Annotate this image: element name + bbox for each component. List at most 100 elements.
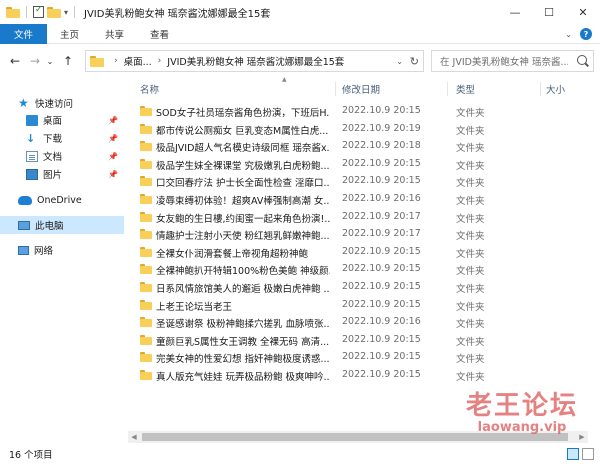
folder-icon [140,264,152,275]
list-item[interactable]: 极品学生妹全裸课堂 究极嫩乳白虎粉鲍... 2022.10.9 20:15 文件夹 [128,156,588,173]
column-divider[interactable] [447,82,448,96]
scroll-right-icon[interactable]: ▶ [576,431,588,443]
file-date: 2022.10.9 20:18 [342,140,421,152]
expand-ribbon-icon[interactable]: ⌄ [565,30,572,39]
column-divider[interactable] [540,82,541,96]
folder-icon [6,6,20,18]
column-header-name[interactable]: 名称 [140,80,159,98]
chevron-right-icon: › [114,56,118,66]
sidebar-item-onedrive[interactable]: OneDrive [0,191,124,209]
sidebar-item-pictures[interactable]: 图片 📌 [0,165,124,183]
file-name: 全裸神鲍扒开特辑100%粉色美鲍 神级颜... [156,266,330,278]
list-item[interactable]: 都市传说公厕痴女 巨乳变态M属性白虎... 2022.10.9 20:19 文件夹 [128,121,588,138]
horizontal-scrollbar[interactable]: ◀ ▶ [128,431,588,443]
pin-icon[interactable]: 📌 [108,152,118,161]
sidebar-item-label: 桌面 [43,116,63,127]
forward-button[interactable]: → [26,50,44,72]
file-name: 完美女神的性爱幻想 指奸神鲍极度诱惑... [156,354,330,366]
pin-icon[interactable]: 📌 [108,116,118,125]
close-button[interactable]: ✕ [566,0,600,24]
list-item[interactable]: 真人版充气娃娃 玩弄极品粉鲍 极爽呻吟... 2022.10.9 20:15 文件夹 [128,367,588,384]
list-item[interactable]: 凌辱束缚初体验！超爽AV棒强制高潮 女... 2022.10.9 20:16 文件夹 [128,191,588,208]
item-count: 16 个项目 [9,450,53,461]
minimize-button[interactable]: — [498,0,532,24]
list-item[interactable]: 圣诞感谢祭 极粉神鲍揉穴搓乳 血脉喷张... 2022.10.9 20:16 文件夹 [128,314,588,331]
folder-icon [140,370,152,380]
file-date: 2022.10.9 20:15 [342,281,421,292]
list-item[interactable]: 情趣护士注射小天使 粉红翘乳鲜嫩神鲍... 2022.10.9 20:17 文件夹 [128,226,588,243]
search-input[interactable]: 在 JVID美乳粉鲍女神 瑶奈酱... [431,50,594,72]
column-header-date[interactable]: 修改日期 [342,80,380,98]
folder-icon [140,158,152,169]
breadcrumb-current-folder[interactable]: JVID美乳粉鲍女神 瑶奈酱沈娜娜最全15套 [167,54,344,68]
file-name: 凌辱束缚初体验！超爽AV棒强制高潮 女... [156,196,330,207]
breadcrumb-desktop[interactable]: 桌面... [124,54,152,68]
file-date: 2022.10.9 20:15 [342,263,421,275]
sort-ascending-icon: ▲ [282,76,287,83]
folder-icon [140,334,152,345]
documents-icon [26,150,38,162]
tab-home[interactable]: 主页 [47,24,92,44]
title-bar: ▾ JVID美乳粉鲍女神 瑶奈酱沈娜娜最全15套 — ☐ ✕ [0,0,600,24]
file-date: 2022.10.9 20:19 [342,122,421,134]
refresh-icon[interactable]: ↻ [410,51,419,71]
sidebar-item-downloads[interactable]: ↓ 下载 📌 [0,129,124,147]
maximize-button[interactable]: ☐ [532,0,566,24]
scrollbar-thumb[interactable] [142,433,568,441]
watermark-text: 老王论坛 [465,391,578,421]
up-button[interactable]: ↑ [59,50,77,72]
list-item[interactable]: 女友鲍的生日樓,约闺蜜一起来角色扮演!... 2022.10.9 20:17 文件夹 [128,209,588,226]
quick-access-toolbar: ▾ [0,0,78,24]
file-name: 真人版充气娃娃 玩弄极品粉鲍 极爽呻吟... [156,372,330,383]
divider [74,6,76,18]
list-item[interactable]: 童颜巨乳S属性女王调教 全裸无码 高清... 2022.10.9 20:15 文件夹 [128,332,588,349]
pin-icon[interactable]: 📌 [108,170,118,179]
address-bar[interactable]: › 桌面... › JVID美乳粉鲍女神 瑶奈酱沈娜娜最全15套 ⌄ ↻ [85,50,424,72]
sidebar-item-documents[interactable]: 文档 📌 [0,147,124,165]
details-view-button[interactable] [567,448,579,460]
tab-file[interactable]: 文件 [0,24,48,44]
network-icon [18,245,29,255]
file-type: 文件夹 [456,266,485,278]
file-type: 文件夹 [456,319,485,331]
list-item[interactable]: 全裸神鲍扒开特辑100%粉色美鲍 神级颜... 2022.10.9 20:15 文件… [128,261,588,278]
folder-icon [140,123,152,134]
column-header-type[interactable]: 类型 [456,80,475,98]
list-item[interactable]: 口交回春疗法 护士长全面性检查 淫靡口... 2022.10.9 20:15 文件夹 [128,173,588,190]
tab-share[interactable]: 共享 [92,24,137,44]
file-name: 上老王论坛当老王 [156,301,233,313]
large-icons-view-button[interactable] [582,448,594,460]
sidebar-item-this-pc[interactable]: 此电脑 [0,216,124,234]
ribbon: 文件 主页 共享 查看 ⌄ ? [0,24,600,44]
recent-locations-button[interactable]: ⌄ [44,50,56,72]
list-item[interactable]: 极品JVID超人气名模史诗级同框 瑶奈酱x... 2022.10.9 20:18 文… [128,138,588,155]
folder-icon [140,194,152,204]
file-type: 文件夹 [456,284,485,295]
help-icon[interactable]: ? [580,28,592,40]
sidebar-item-quick-access[interactable]: ★ 快速访问 [0,94,124,112]
pictures-icon [26,168,38,180]
divider [26,6,27,18]
file-type: 文件夹 [456,248,485,260]
list-item[interactable]: 完美女神的性爱幻想 指奸神鲍极度诱惑... 2022.10.9 20:15 文件夹 [128,349,588,366]
properties-icon[interactable] [33,5,44,18]
list-item[interactable]: 全裸女仆润滑套餐上帝视角超粉神鲍 2022.10.9 20:15 文件夹 [128,244,588,261]
column-header-size[interactable]: 大小 [546,80,565,98]
sidebar-item-desktop[interactable]: 桌面 📌 [0,111,124,129]
sidebar-item-network[interactable]: 网络 [0,241,124,259]
list-item[interactable]: SOD女子社员瑶奈酱角色扮演，下班后H... 2022.10.9 20:15 文件夹 [128,103,588,120]
list-item[interactable]: 上老王论坛当老王 2022.10.9 20:15 文件夹 [128,297,588,314]
customize-toolbar-icon[interactable]: ▾ [64,8,68,17]
file-date: 2022.10.9 20:15 [342,298,421,310]
back-button[interactable]: ← [6,50,24,72]
file-name: 口交回春疗法 护士长全面性检查 淫靡口... [156,178,330,190]
search-icon [577,55,587,65]
pin-icon[interactable]: 📌 [108,134,118,143]
sidebar-item-label: 此电脑 [35,221,64,232]
list-item[interactable]: 日系风情旅馆美人的邂逅 极嫩白虎神鲍 ... 2022.10.9 20:15 文件夹 [128,279,588,296]
chevron-down-icon[interactable]: ⌄ [396,51,403,71]
scroll-left-icon[interactable]: ◀ [128,431,140,443]
column-divider[interactable] [335,82,336,96]
new-folder-icon[interactable] [47,6,61,18]
tab-view[interactable]: 查看 [137,24,182,44]
